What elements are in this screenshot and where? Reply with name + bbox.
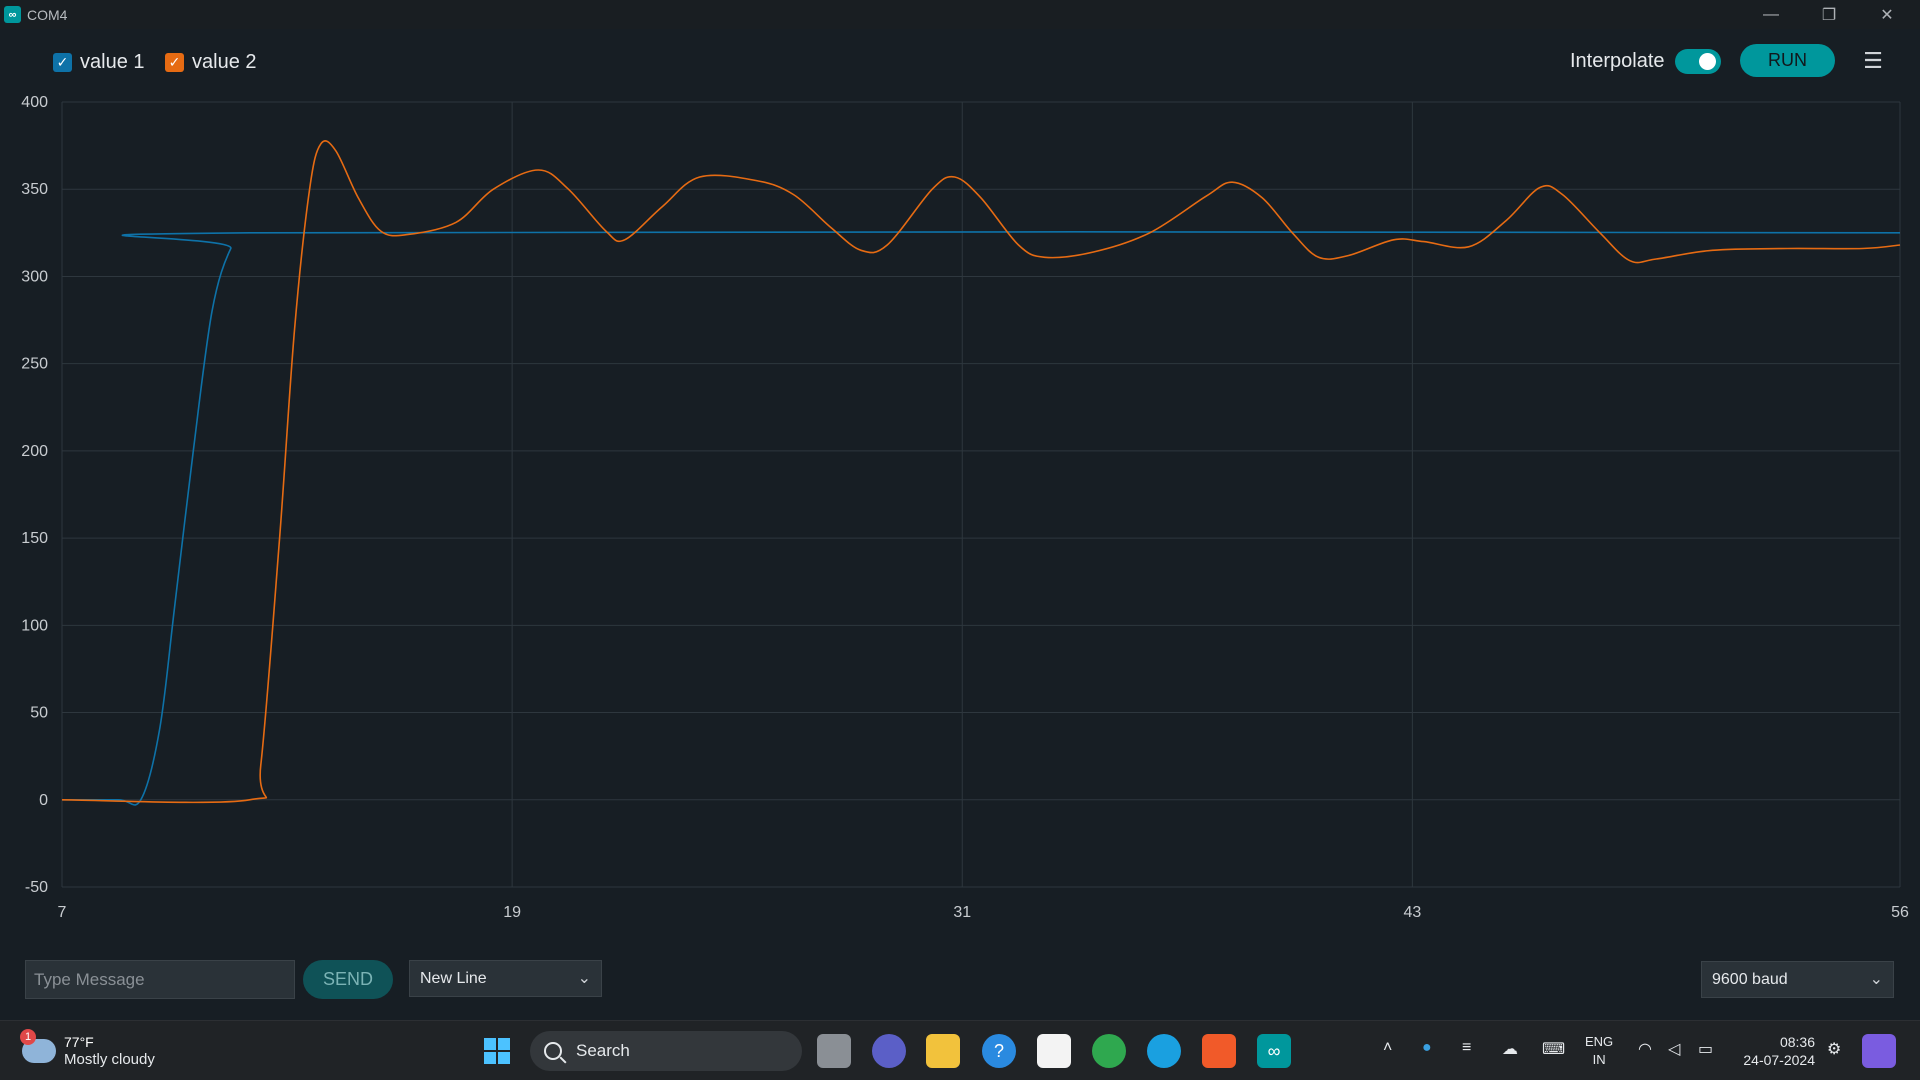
interpolate-toggle[interactable] xyxy=(1675,49,1721,74)
copilot-icon[interactable] xyxy=(1862,1034,1896,1068)
window-title: COM4 xyxy=(27,6,68,23)
windows-start-icon[interactable] xyxy=(480,1034,514,1068)
notification-list-icon[interactable]: ≡ xyxy=(1462,1039,1471,1057)
x-tick-label: 43 xyxy=(1403,904,1421,921)
clock-date: 24-07-2024 xyxy=(1743,1052,1815,1068)
brave-icon[interactable] xyxy=(1202,1034,1236,1068)
legend-label-value-2: value 2 xyxy=(192,51,257,73)
y-tick-label: 350 xyxy=(21,181,48,198)
baud-rate-value: 9600 baud xyxy=(1712,970,1788,988)
legend-value-2[interactable]: ✓ value 2 xyxy=(165,51,257,74)
y-tick-label: 400 xyxy=(21,94,48,111)
store-icon[interactable] xyxy=(1037,1034,1071,1068)
grid xyxy=(61,101,1901,888)
line-ending-select[interactable]: New Line ⌄ xyxy=(409,960,602,997)
y-tick-label: 100 xyxy=(21,617,48,634)
notification-badge: 1 xyxy=(20,1029,36,1045)
battery-icon[interactable]: ▭ xyxy=(1698,1039,1713,1059)
weather-widget[interactable]: 1 77°F Mostly cloudy xyxy=(20,1029,155,1069)
wifi-icon[interactable]: ◠ xyxy=(1638,1039,1652,1059)
checkbox-value-2[interactable]: ✓ xyxy=(165,53,184,72)
taskbar-search[interactable]: Search xyxy=(530,1031,802,1071)
security-shield-icon[interactable]: ● xyxy=(1422,1039,1432,1057)
message-input[interactable] xyxy=(25,960,295,999)
chevron-up-icon[interactable]: ˄ xyxy=(1383,1039,1392,1057)
baud-rate-select[interactable]: 9600 baud ⌄ xyxy=(1701,961,1894,998)
checkbox-value-1[interactable]: ✓ xyxy=(53,53,72,72)
arduino-ide-icon[interactable]: ∞ xyxy=(1257,1034,1291,1068)
y-tick-label: 0 xyxy=(39,792,48,809)
y-axis-labels: 400 350 300 250 200 150 100 50 0 -50 xyxy=(21,94,48,896)
run-button[interactable]: RUN xyxy=(1740,44,1835,77)
title-bar: ∞ COM4 — ❐ ✕ xyxy=(0,0,1920,29)
series-line-value-1 xyxy=(62,230,1901,806)
keyboard-icon[interactable]: ⌨ xyxy=(1542,1039,1565,1059)
taskbar: 1 77°F Mostly cloudy Search ? ∞ ˄ ● ≡ ☁ … xyxy=(0,1020,1920,1080)
y-tick-label: 50 xyxy=(30,705,48,722)
y-tick-label: 250 xyxy=(21,356,48,373)
search-icon xyxy=(544,1042,562,1060)
x-tick-label: 31 xyxy=(953,904,971,921)
line-ending-value: New Line xyxy=(420,969,487,987)
meet-icon[interactable] xyxy=(872,1034,906,1068)
y-tick-label: 200 xyxy=(21,443,48,460)
speaker-muted-icon[interactable]: ◁ xyxy=(1668,1039,1680,1059)
onedrive-icon[interactable]: ☁ xyxy=(1502,1039,1518,1059)
language-code: ENG xyxy=(1585,1034,1614,1049)
y-tick-label: 150 xyxy=(21,530,48,547)
chrome-icon[interactable] xyxy=(1092,1034,1126,1068)
arduino-icon: ∞ xyxy=(4,6,21,23)
system-clock[interactable]: 08:36 24-07-2024 xyxy=(1735,1033,1815,1069)
maximize-button[interactable]: ❐ xyxy=(1800,0,1858,29)
edge-icon[interactable] xyxy=(1147,1034,1181,1068)
file-explorer-icon[interactable] xyxy=(926,1034,960,1068)
task-view-icon[interactable] xyxy=(817,1034,851,1068)
minimize-button[interactable]: — xyxy=(1742,0,1800,29)
settings-gear-icon[interactable]: ⚙ xyxy=(1827,1039,1841,1059)
plot-lines xyxy=(61,140,1901,806)
send-button[interactable]: SEND xyxy=(303,960,393,999)
x-tick-label: 7 xyxy=(58,904,67,921)
close-button[interactable]: ✕ xyxy=(1858,0,1916,29)
series-line-value-2 xyxy=(61,140,1901,804)
chevron-down-icon: ⌄ xyxy=(1869,971,1883,988)
language-indicator[interactable]: ENG IN xyxy=(1585,1033,1613,1069)
weather-temp: 77°F xyxy=(64,1034,94,1050)
plotter-toolbar: ✓ value 1 ✓ value 2 Interpolate RUN ☰ xyxy=(0,29,1920,91)
clock-time: 08:36 xyxy=(1779,1034,1815,1050)
legend-value-1[interactable]: ✓ value 1 xyxy=(53,51,145,74)
region-code: IN xyxy=(1592,1052,1606,1067)
chevron-down-icon: ⌄ xyxy=(577,970,591,987)
x-tick-label: 19 xyxy=(503,904,521,921)
cloud-icon: 1 xyxy=(20,1029,56,1063)
serial-plot: 400 350 300 250 200 150 100 50 0 -50 7 19 31 43 56 xyxy=(21,94,1909,921)
x-tick-label: 56 xyxy=(1891,904,1909,921)
x-axis-labels: 7 19 31 43 56 xyxy=(58,904,1909,921)
toggle-knob xyxy=(1699,53,1716,70)
y-tick-label: 300 xyxy=(21,268,48,285)
clear-list-icon[interactable]: ☰ xyxy=(1858,47,1888,75)
weather-condition: Mostly cloudy xyxy=(64,1051,155,1068)
interpolate-label: Interpolate xyxy=(1570,50,1665,72)
help-icon[interactable]: ? xyxy=(982,1034,1016,1068)
search-label: Search xyxy=(576,1041,630,1060)
legend-label-value-1: value 1 xyxy=(80,51,145,73)
y-tick-label: -50 xyxy=(25,879,48,896)
